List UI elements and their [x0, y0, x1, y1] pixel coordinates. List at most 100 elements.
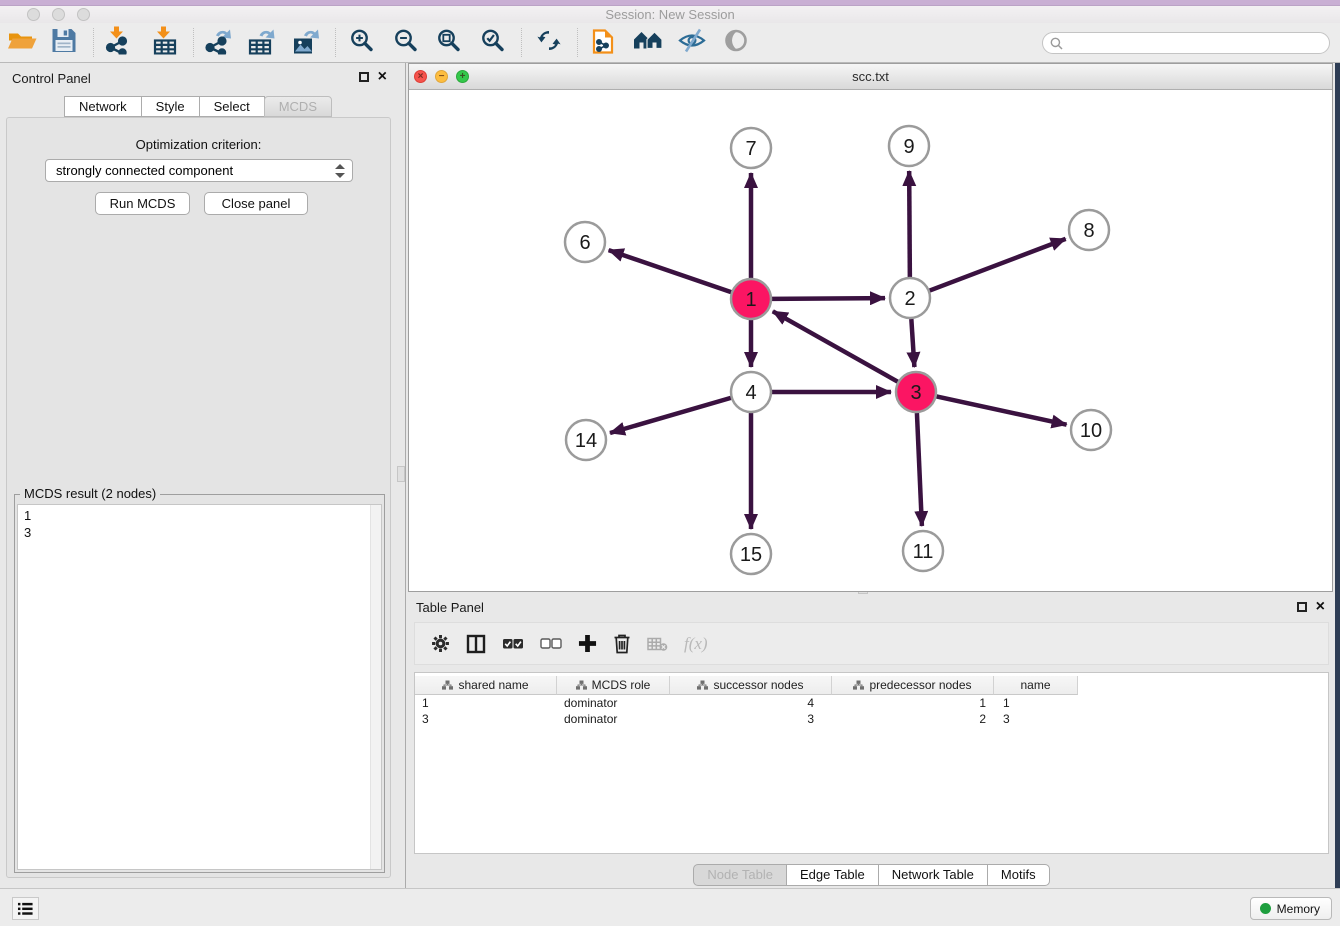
float-table-panel-icon[interactable]: [1297, 602, 1307, 612]
tab-mcds[interactable]: MCDS: [264, 96, 332, 117]
criterion-select[interactable]: strongly connected component: [45, 159, 353, 182]
table-settings-button[interactable]: [431, 634, 450, 653]
tab-network-table[interactable]: Network Table: [878, 864, 988, 886]
node-8[interactable]: 8: [1069, 210, 1109, 250]
network-window-titlebar[interactable]: × − + scc.txt: [409, 64, 1332, 90]
edge-2-8[interactable]: [930, 239, 1066, 291]
node-1[interactable]: 1: [731, 279, 771, 319]
search-field[interactable]: [1042, 32, 1330, 54]
float-panel-icon[interactable]: [359, 72, 369, 82]
node-3[interactable]: 3: [896, 372, 936, 412]
column-header-predecessor-nodes[interactable]: predecessor nodes: [832, 676, 994, 695]
search-input[interactable]: [1067, 34, 1329, 52]
open-session-button[interactable]: [7, 27, 37, 58]
node-14[interactable]: 14: [566, 420, 606, 460]
delete-column-button[interactable]: [613, 633, 631, 654]
control-panel: Control Panel × Network Style Select MCD…: [0, 63, 397, 882]
svg-text:7: 7: [745, 138, 756, 160]
svg-text:14: 14: [575, 430, 597, 452]
network-file-icon: [591, 26, 617, 54]
edge-4-14[interactable]: [610, 398, 731, 433]
zoom-in-button[interactable]: [350, 28, 375, 58]
export-table-button[interactable]: [249, 26, 276, 59]
node-9[interactable]: 9: [889, 126, 929, 166]
close-panel-button[interactable]: Close panel: [204, 192, 308, 215]
close-panel-icon[interactable]: ×: [378, 71, 387, 83]
edge-3-10[interactable]: [937, 396, 1067, 424]
run-mcds-button[interactable]: Run MCDS: [95, 192, 190, 215]
zoom-out-icon: [394, 28, 419, 53]
result-node: 1: [18, 507, 381, 524]
home-button[interactable]: [634, 29, 662, 56]
memory-button[interactable]: Memory: [1250, 897, 1332, 920]
edge-1-6[interactable]: [609, 250, 731, 292]
edge-3-1[interactable]: [773, 311, 898, 381]
function-builder-button[interactable]: f(x): [684, 634, 708, 654]
column-header-name[interactable]: name: [994, 676, 1078, 695]
tab-edge-table[interactable]: Edge Table: [786, 864, 879, 886]
export-network-button[interactable]: [204, 26, 232, 59]
edge-2-3[interactable]: [911, 319, 914, 367]
zoom-selected-icon: [481, 28, 506, 53]
node-7[interactable]: 7: [731, 128, 771, 168]
cell-name: 3: [994, 711, 1078, 727]
new-network-from-file-button[interactable]: [591, 26, 617, 59]
tab-node-table[interactable]: Node Table: [693, 864, 787, 886]
import-network-button[interactable]: [105, 26, 132, 59]
node-11[interactable]: 11: [903, 531, 943, 571]
main-toolbar: [0, 23, 1340, 63]
node-2[interactable]: 2: [890, 278, 930, 318]
unselect-all-columns-button[interactable]: [540, 636, 562, 651]
edge-3-11[interactable]: [917, 413, 922, 526]
close-table-panel-icon[interactable]: ×: [1316, 601, 1325, 613]
add-column-button[interactable]: [578, 634, 597, 653]
zoom-fit-button[interactable]: [437, 28, 462, 58]
result-scrollbar[interactable]: [370, 505, 381, 869]
zoom-out-button[interactable]: [394, 28, 419, 58]
node-6[interactable]: 6: [565, 222, 605, 262]
tab-network[interactable]: Network: [64, 96, 142, 117]
network-canvas[interactable]: 1 2 3 4 6 7 8 9 10 11 14 15: [409, 90, 1332, 591]
select-all-columns-button[interactable]: [502, 636, 524, 651]
import-table-icon: [153, 26, 177, 54]
save-icon: [52, 28, 77, 53]
cell-successor-nodes: 4: [670, 695, 832, 711]
tab-select[interactable]: Select: [199, 96, 265, 117]
show-preview-button[interactable]: [724, 28, 748, 57]
tab-style[interactable]: Style: [141, 96, 200, 117]
mcds-result-list[interactable]: 1 3: [17, 504, 382, 870]
column-label: name: [1020, 678, 1050, 692]
table-toolbar: f(x): [414, 622, 1329, 665]
tab-motifs[interactable]: Motifs: [987, 864, 1050, 886]
toolbar-separator: [193, 28, 194, 57]
hide-graphics-details-button[interactable]: [678, 27, 706, 58]
split-columns-button[interactable]: [466, 634, 486, 654]
import-table-button[interactable]: [153, 26, 177, 59]
task-history-button[interactable]: [12, 897, 39, 920]
column-header-successor-nodes[interactable]: successor nodes: [670, 676, 832, 695]
vertical-splitter-grip[interactable]: [397, 466, 405, 482]
table-row[interactable]: 1 dominator 4 1 1: [415, 695, 1328, 711]
select-chevrons-icon: [335, 163, 345, 179]
table-row[interactable]: 3 dominator 3 2 3: [415, 711, 1328, 727]
export-image-button[interactable]: [292, 26, 320, 59]
import-network-icon: [105, 26, 132, 54]
control-panel-tabs: Network Style Select MCDS: [0, 96, 397, 117]
save-session-button[interactable]: [52, 28, 77, 58]
node-15[interactable]: 15: [731, 534, 771, 574]
status-bar: Memory: [0, 888, 1340, 926]
refresh-layout-button[interactable]: [536, 27, 562, 58]
delete-table-button[interactable]: [647, 636, 668, 652]
edge-1-2[interactable]: [772, 298, 885, 299]
column-header-shared-name[interactable]: shared name: [415, 676, 557, 695]
node-10[interactable]: 10: [1071, 410, 1111, 450]
panel-divider: [405, 63, 406, 888]
zoom-selected-button[interactable]: [481, 28, 506, 58]
cell-name: 1: [994, 695, 1078, 711]
cell-mcds-role: dominator: [557, 695, 670, 711]
edge-2-9[interactable]: [909, 171, 910, 277]
network-graph[interactable]: 1 2 3 4 6 7 8 9 10 11 14 15: [409, 90, 1332, 591]
node-4[interactable]: 4: [731, 372, 771, 412]
column-header-mcds-role[interactable]: MCDS role: [557, 676, 670, 695]
toolbar-separator: [335, 28, 336, 57]
